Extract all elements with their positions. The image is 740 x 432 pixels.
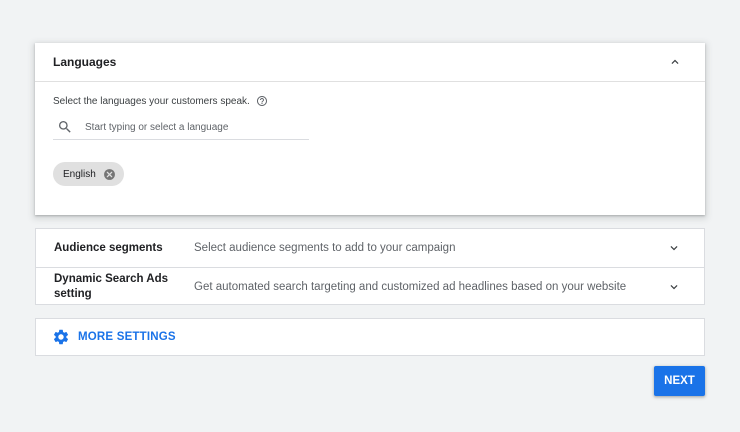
settings-list: Audience segments Select audience segmen… <box>35 228 705 305</box>
settings-row-description: Get automated search targeting and custo… <box>194 280 627 293</box>
more-settings-button[interactable]: MORE SETTINGS <box>35 318 705 356</box>
chevron-up-icon[interactable] <box>663 50 687 74</box>
settings-row-description: Select audience segments to add to your … <box>194 242 456 254</box>
settings-row-dynamic-search-ads[interactable]: Dynamic Search Ads setting Get automated… <box>36 267 704 305</box>
settings-row-audience-segments[interactable]: Audience segments Select audience segmen… <box>36 229 704 267</box>
languages-panel-body: Select the languages your customers spea… <box>35 82 705 186</box>
languages-panel-header[interactable]: Languages <box>35 43 705 82</box>
language-search-input[interactable] <box>85 121 295 133</box>
settings-row-label: Dynamic Search Ads setting <box>54 272 168 300</box>
languages-title: Languages <box>53 55 117 69</box>
language-search-field[interactable] <box>53 115 309 140</box>
search-icon <box>57 119 81 135</box>
language-chip-english: English <box>53 162 124 186</box>
chevron-down-icon[interactable] <box>662 275 686 299</box>
settings-row-label: Audience segments <box>54 241 163 254</box>
next-button[interactable]: NEXT <box>654 366 705 396</box>
language-chip-label: English <box>63 168 96 180</box>
languages-panel: Languages Select the languages your cust… <box>35 43 705 215</box>
chevron-down-icon[interactable] <box>662 236 686 260</box>
gear-icon <box>52 328 70 346</box>
remove-chip-icon[interactable] <box>103 168 116 181</box>
languages-prompt-row: Select the languages your customers spea… <box>53 95 687 107</box>
more-settings-label: MORE SETTINGS <box>78 331 176 343</box>
help-icon[interactable] <box>256 95 268 107</box>
languages-prompt: Select the languages your customers spea… <box>53 95 250 107</box>
